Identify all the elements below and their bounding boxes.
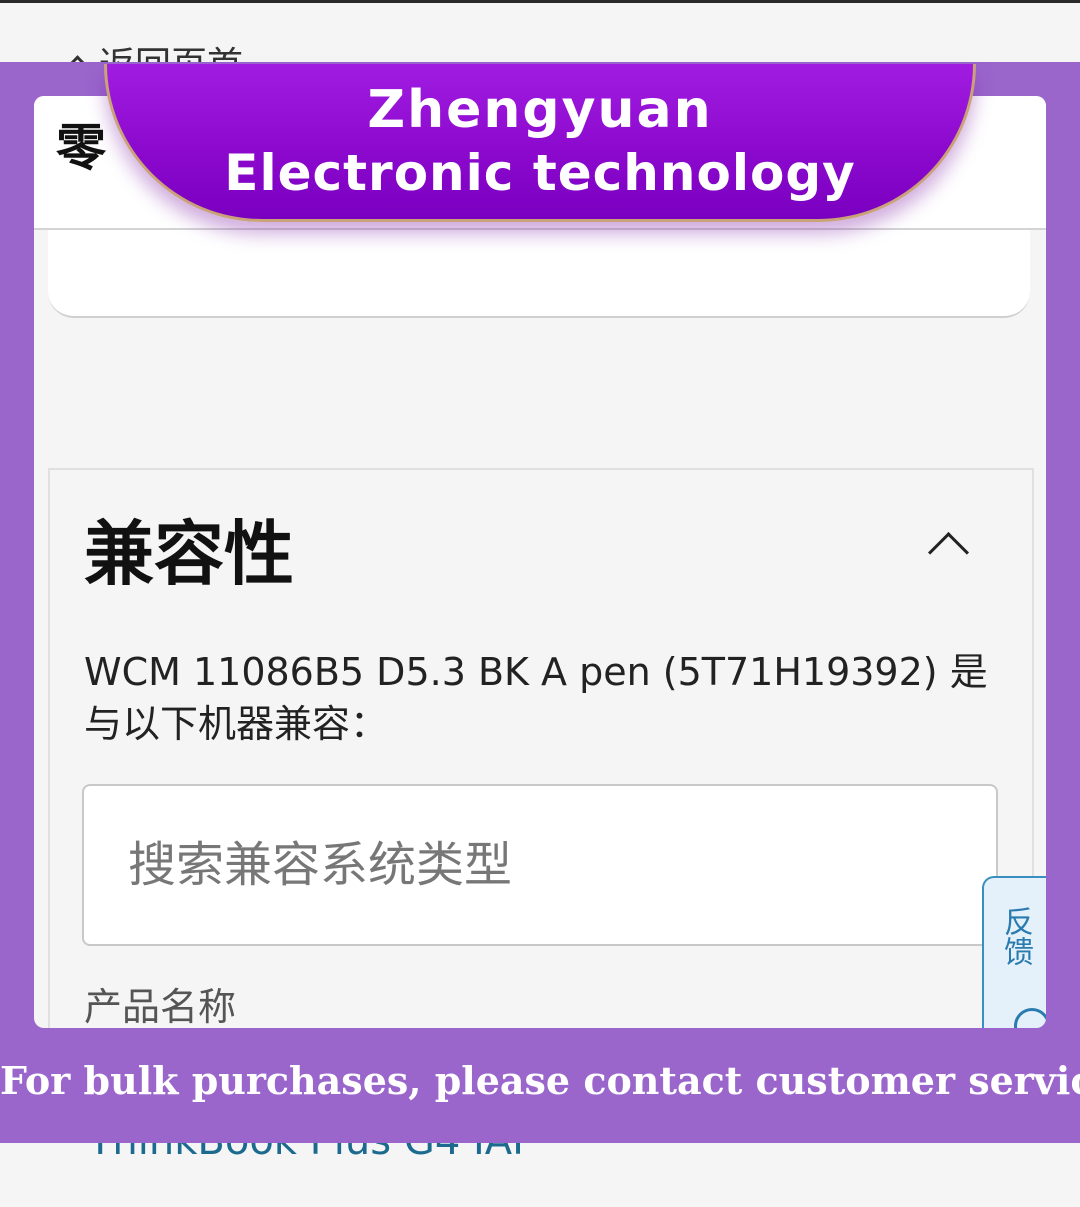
banner-brand-name: Zhengyuan bbox=[367, 80, 713, 140]
page-title: 零 bbox=[56, 119, 106, 177]
feedback-label: 反馈 bbox=[998, 906, 1033, 966]
smile-icon bbox=[1014, 1008, 1046, 1028]
banner-tagline: Electronic technology bbox=[224, 144, 856, 202]
product-name-column-label: 产品名称 bbox=[84, 985, 237, 1028]
info-card bbox=[48, 230, 1030, 318]
bulk-purchase-notice: For bulk purchases, please contact custo… bbox=[0, 1058, 1080, 1103]
section-title: 兼容性 bbox=[84, 513, 294, 595]
brand-banner: Zhengyuan Electronic technology bbox=[104, 64, 976, 222]
compatibility-description: WCM 11086B5 D5.3 BK A pen (5T71H19392) 是… bbox=[84, 650, 988, 746]
top-divider bbox=[0, 0, 1080, 3]
feedback-tab[interactable]: 反馈 bbox=[982, 876, 1046, 1028]
search-compatible-system-input[interactable] bbox=[82, 784, 998, 946]
compatibility-section: 兼容性 WCM 11086B5 D5.3 BK A pen (5T71H1939… bbox=[48, 468, 1034, 1028]
screen-content: 零 兼容性 WCM 11086B5 D5.3 BK A pen (5T71H19… bbox=[34, 96, 1046, 1028]
collapse-chevron-up-icon[interactable] bbox=[927, 531, 970, 574]
